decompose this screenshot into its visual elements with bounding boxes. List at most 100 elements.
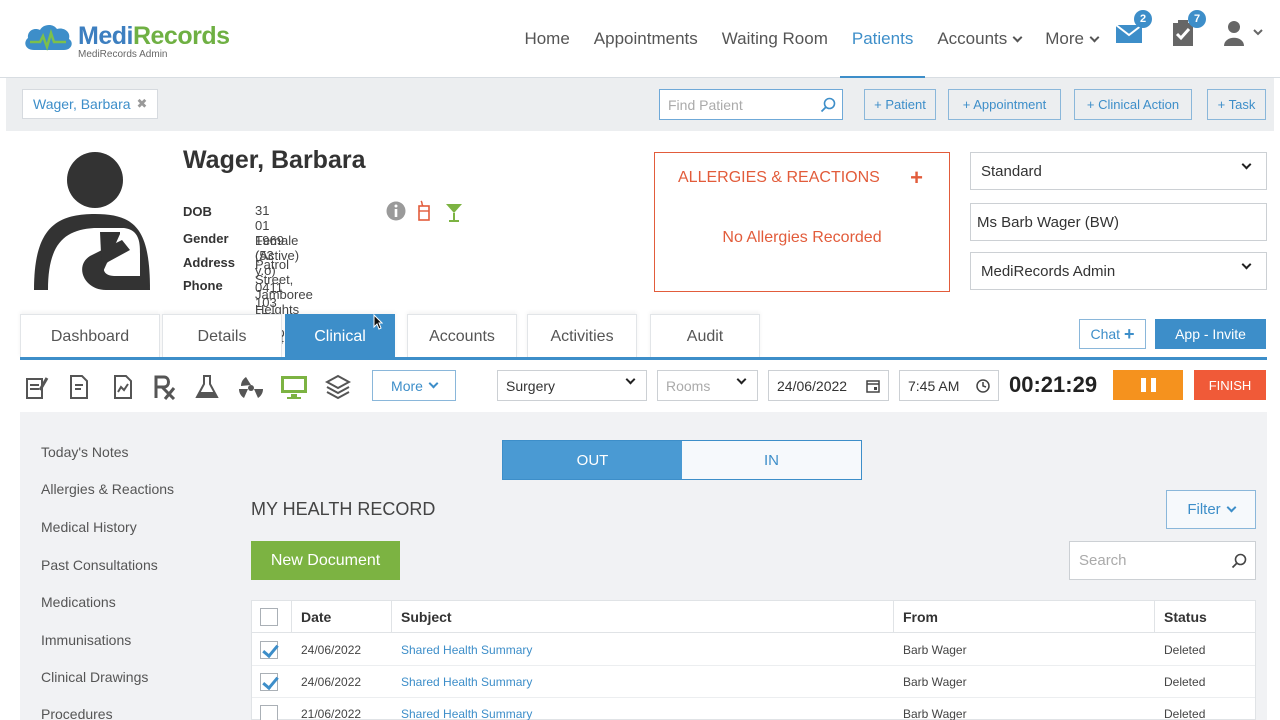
sidemenu-medications[interactable]: Medications <box>41 594 116 610</box>
table-row[interactable]: 24/06/2022 Shared Health Summary Barb Wa… <box>252 666 1255 698</box>
prescription-icon[interactable] <box>152 374 178 400</box>
dob-label: DOB <box>183 204 212 219</box>
close-icon[interactable]: ✖ <box>137 96 148 112</box>
practitioner-select[interactable]: MediRecords Admin <box>970 252 1267 290</box>
pause-button[interactable] <box>1113 370 1183 400</box>
sidemenu-allergies[interactable]: Allergies & Reactions <box>41 481 174 497</box>
brand-name: MediRecords <box>78 22 230 51</box>
document-edit-icon[interactable] <box>66 374 92 400</box>
add-clinical-action-button[interactable]: + Clinical Action <box>1074 89 1192 120</box>
filter-button[interactable]: Filter <box>1166 490 1256 529</box>
patient-name: Wager, Barbara <box>183 146 366 174</box>
practitioner-select-value: MediRecords Admin <box>981 262 1116 280</box>
row-date: 21/06/2022 <box>301 707 362 720</box>
notes-icon[interactable] <box>24 374 50 400</box>
chevron-down-icon <box>1226 502 1237 513</box>
nav-more[interactable]: More <box>1033 0 1110 78</box>
top-navigation: MediRecords MediRecords Admin Home Appoi… <box>0 0 1280 79</box>
more-tools-button[interactable]: More <box>372 370 456 401</box>
template-select[interactable]: Standard <box>970 152 1267 190</box>
tab-details[interactable]: Details <box>162 314 282 358</box>
user-menu-button[interactable] <box>1222 18 1266 50</box>
sidemenu-past-consultations[interactable]: Past Consultations <box>41 557 158 573</box>
address-label: Address <box>183 255 236 270</box>
row-checkbox[interactable] <box>260 673 278 691</box>
column-status[interactable]: Status <box>1155 601 1255 633</box>
nav-patients[interactable]: Patients <box>839 0 926 79</box>
date-input[interactable]: 24/06/2022 <box>768 370 889 401</box>
user-icon <box>1224 21 1263 46</box>
document-chart-icon[interactable] <box>110 374 136 400</box>
toggle-in[interactable]: IN <box>682 441 861 479</box>
location-value: Surgery <box>506 377 556 394</box>
display-name-field[interactable]: Ms Barb Wager (BW) <box>970 203 1267 241</box>
nav-accounts[interactable]: Accounts <box>925 0 1033 78</box>
sidemenu-todays-notes[interactable]: Today's Notes <box>41 444 129 460</box>
add-patient-button[interactable]: + Patient <box>864 89 936 120</box>
open-patient-tab[interactable]: Wager, Barbara ✖ <box>22 89 159 119</box>
brand-medi: Medi <box>78 22 133 50</box>
nav-home[interactable]: Home <box>512 0 581 78</box>
column-subject[interactable]: Subject <box>392 601 894 633</box>
cigarette-icon[interactable] <box>416 200 432 222</box>
section-title: MY HEALTH RECORD <box>251 499 436 519</box>
add-allergy-plus-icon[interactable]: + <box>910 165 923 191</box>
new-document-button[interactable]: New Document <box>251 541 400 580</box>
toggle-out[interactable]: OUT <box>503 441 682 479</box>
nav-icon-group: 2 7 <box>1114 10 1266 50</box>
tasks-button[interactable]: 7 <box>1168 10 1206 50</box>
tab-audit[interactable]: Audit <box>650 314 760 358</box>
table-row[interactable]: 21/06/2022 Shared Health Summary Barb Wa… <box>252 698 1255 720</box>
tab-accounts[interactable]: Accounts <box>407 314 517 358</box>
no-allergies-text: No Allergies Recorded <box>722 229 882 246</box>
finish-button[interactable]: FINISH <box>1194 370 1266 400</box>
medirecords-logo[interactable]: MediRecords MediRecords Admin <box>20 18 230 62</box>
row-checkbox[interactable] <box>260 705 278 720</box>
select-all-checkbox[interactable] <box>260 608 278 626</box>
chat-label: Chat <box>1090 326 1121 342</box>
row-subject-link[interactable]: Shared Health Summary <box>392 666 532 698</box>
sidemenu-medical-history[interactable]: Medical History <box>41 519 137 535</box>
nav-appointments[interactable]: Appointments <box>582 0 710 78</box>
record-search-input[interactable]: Search <box>1069 541 1256 580</box>
monitor-icon[interactable] <box>279 374 309 400</box>
time-input[interactable]: 7:45 AM <box>899 370 999 401</box>
pause-bar-right <box>1150 378 1156 392</box>
add-appointment-button[interactable]: + Appointment <box>948 89 1061 120</box>
row-checkbox[interactable] <box>260 641 278 659</box>
chevron-down-icon <box>625 374 636 385</box>
add-task-button[interactable]: + Task <box>1207 89 1266 120</box>
chevron-down-icon <box>736 374 747 385</box>
table-row[interactable]: 24/06/2022 Shared Health Summary Barb Wa… <box>252 634 1255 666</box>
sidemenu-procedures[interactable]: Procedures <box>41 706 113 720</box>
chat-button[interactable]: Chat + <box>1079 319 1146 349</box>
sidemenu-clinical-drawings[interactable]: Clinical Drawings <box>41 669 148 685</box>
info-icon[interactable] <box>386 201 406 221</box>
chevron-down-icon <box>1241 159 1252 170</box>
location-select[interactable]: Surgery <box>497 370 647 401</box>
radiology-icon[interactable] <box>238 374 264 400</box>
template-select-value: Standard <box>981 162 1042 180</box>
row-status: Deleted <box>1164 675 1206 689</box>
row-subject-link[interactable]: Shared Health Summary <box>392 634 532 666</box>
column-date[interactable]: Date <box>292 601 392 633</box>
row-subject-link[interactable]: Shared Health Summary <box>392 698 532 720</box>
search-icon[interactable] <box>1231 553 1247 569</box>
column-from[interactable]: From <box>894 601 1155 633</box>
rooms-select[interactable]: Rooms <box>657 370 758 401</box>
cocktail-icon[interactable] <box>444 201 464 223</box>
calendar-icon[interactable] <box>866 379 880 393</box>
tab-activities[interactable]: Activities <box>527 314 637 358</box>
nav-accounts-label: Accounts <box>937 29 1008 48</box>
layers-icon[interactable] <box>325 374 351 400</box>
tab-dashboard[interactable]: Dashboard <box>20 314 160 358</box>
messages-count-badge: 2 <box>1134 10 1152 28</box>
messages-button[interactable]: 2 <box>1114 10 1152 50</box>
search-icon[interactable] <box>820 97 836 113</box>
lab-flask-icon[interactable] <box>194 374 220 400</box>
clock-icon[interactable] <box>976 379 990 393</box>
find-patient-input[interactable]: Find Patient <box>659 89 843 120</box>
sidemenu-immunisations[interactable]: Immunisations <box>41 632 131 648</box>
nav-waiting-room[interactable]: Waiting Room <box>710 0 840 78</box>
app-invite-button[interactable]: App - Invite <box>1155 319 1266 349</box>
